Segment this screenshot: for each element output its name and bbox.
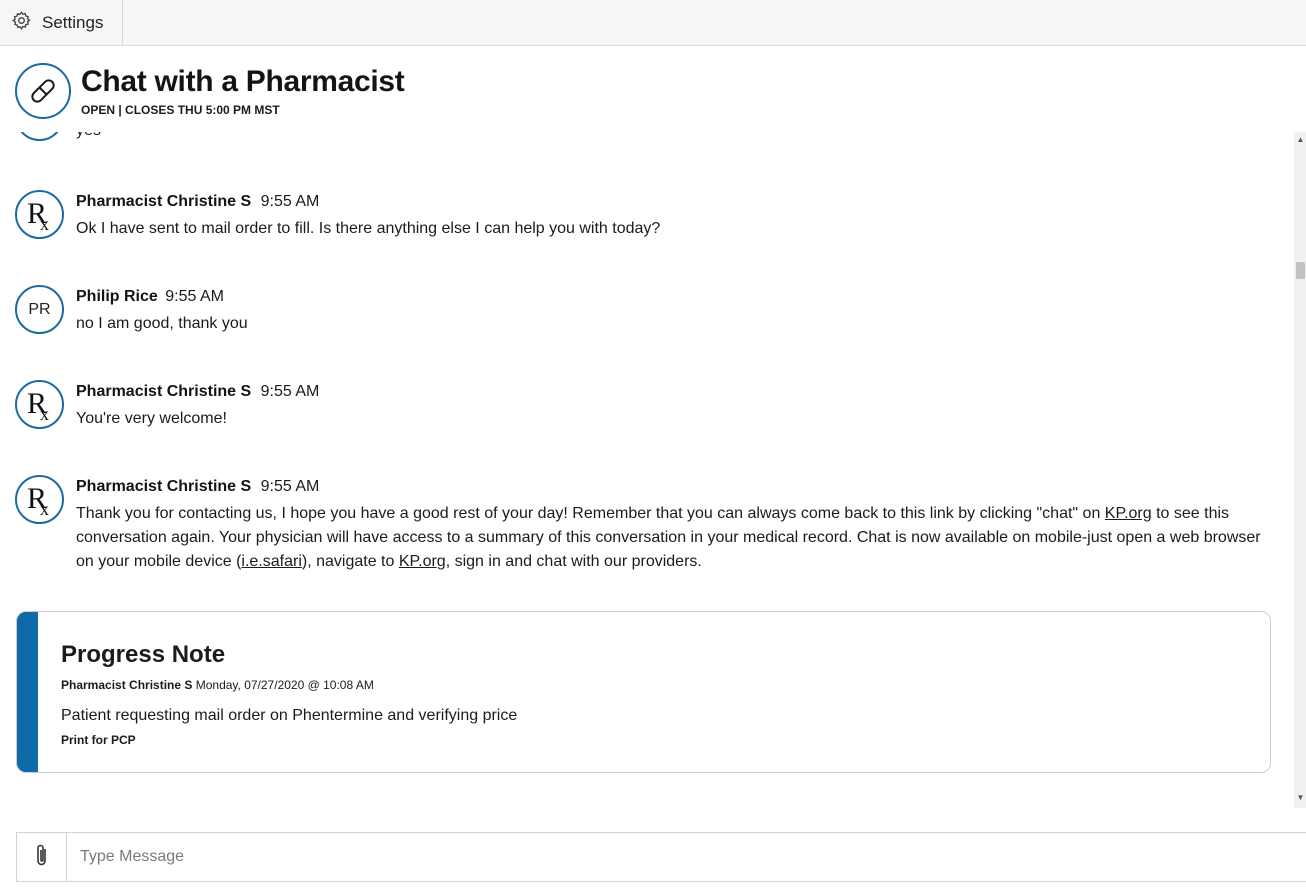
- message-header: Philip Rice 9:55 AM: [76, 288, 224, 306]
- avatar: [15, 132, 64, 141]
- paperclip-icon: [34, 842, 50, 873]
- progress-note-date: Monday, 07/27/2020 @ 10:08 AM: [195, 678, 374, 692]
- sender-name: Pharmacist Christine S: [76, 478, 252, 495]
- rx-icon-glyph: R x: [27, 197, 49, 233]
- message-time: 9:55 AM: [260, 193, 320, 210]
- message-input[interactable]: [68, 833, 1306, 881]
- print-for-pcp-link[interactable]: Print for PCP: [61, 733, 136, 747]
- message-header: Pharmacist Christine S 9:55 AM: [76, 383, 319, 401]
- rx-icon: R x: [15, 475, 64, 524]
- pill-icon: [15, 63, 71, 119]
- svg-text:x: x: [40, 404, 49, 423]
- message-header: Pharmacist Christine S 9:55 AM: [76, 193, 319, 211]
- message-composer: [16, 832, 1306, 882]
- progress-note-text: Patient requesting mail order on Phenter…: [61, 707, 518, 724]
- avatar: PR: [15, 285, 64, 334]
- page-title: Chat with a Pharmacist: [81, 65, 405, 98]
- sender-name: Pharmacist Christine S: [76, 383, 252, 400]
- chat-status: OPEN | CLOSES THU 5:00 PM MST: [81, 103, 280, 117]
- settings-button[interactable]: Settings: [0, 0, 123, 45]
- message-text-part: ), navigate to: [301, 553, 399, 570]
- sender-name: Philip Rice: [76, 288, 158, 305]
- attach-button[interactable]: [17, 833, 67, 881]
- scroll-thumb[interactable]: [1296, 262, 1305, 279]
- progress-note-card: Progress Note Pharmacist Christine S Mon…: [16, 611, 1271, 773]
- progress-note-title: Progress Note: [61, 641, 226, 668]
- rx-icon: R x: [15, 380, 64, 429]
- gear-icon: [11, 10, 32, 36]
- avatar-initials: PR: [28, 300, 51, 318]
- progress-note-author: Pharmacist Christine S: [61, 678, 193, 692]
- top-bar: Settings: [0, 0, 1306, 46]
- kp-org-link[interactable]: KP.org: [399, 553, 446, 570]
- chat-transcript[interactable]: yes R x Pharmacist Christine S 9:55 AM O…: [0, 132, 1294, 808]
- message-header: Pharmacist Christine S 9:55 AM: [76, 478, 319, 496]
- chat-header: Chat with a Pharmacist OPEN | CLOSES THU…: [0, 46, 1306, 132]
- chat-scrollbar[interactable]: ▲ ▼: [1294, 132, 1306, 808]
- message-text: You're very welcome!: [76, 410, 227, 427]
- message-time: 9:55 AM: [165, 288, 224, 305]
- scroll-down-icon[interactable]: ▼: [1296, 794, 1305, 802]
- message-text-part: Thank you for contacting us, I hope you …: [76, 505, 1105, 522]
- message-time: 9:55 AM: [260, 478, 320, 495]
- progress-note-accent: [17, 612, 38, 772]
- message-time: 9:55 AM: [260, 383, 320, 400]
- progress-note-meta: Pharmacist Christine S Monday, 07/27/202…: [61, 678, 374, 692]
- settings-label: Settings: [42, 12, 104, 32]
- message-text: no I am good, thank you: [76, 315, 248, 332]
- scroll-up-icon[interactable]: ▲: [1296, 136, 1305, 144]
- safari-link[interactable]: i.e.safari: [241, 553, 301, 570]
- message-text-part: , sign in and chat with our providers.: [445, 553, 702, 570]
- svg-text:x: x: [40, 214, 49, 233]
- svg-text:x: x: [40, 499, 49, 518]
- kp-org-link[interactable]: KP.org: [1105, 505, 1152, 522]
- message-text: Thank you for contacting us, I hope you …: [76, 502, 1271, 574]
- rx-icon: R x: [15, 190, 64, 239]
- sender-name: Pharmacist Christine S: [76, 193, 252, 210]
- message-text: yes: [76, 132, 1271, 143]
- message-text: Ok I have sent to mail order to fill. Is…: [76, 220, 661, 237]
